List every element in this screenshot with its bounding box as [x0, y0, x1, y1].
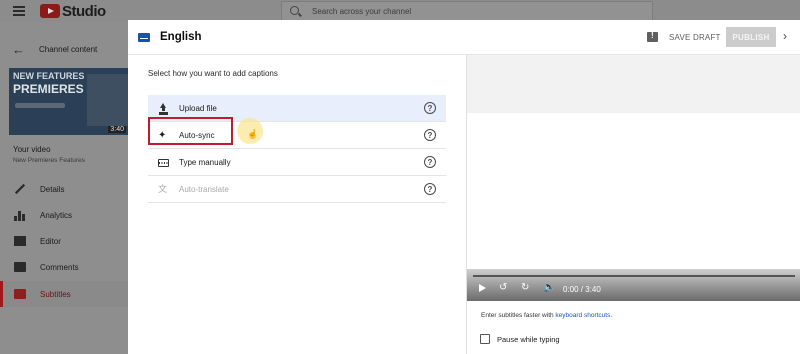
- save-draft-button[interactable]: SAVE DRAFT: [669, 33, 721, 42]
- translate-icon: 文: [158, 184, 168, 194]
- player-controls: ↺ ↻ 🔈 0:00 / 3:40: [467, 269, 800, 301]
- top-bar: Studio Search across your channel: [0, 0, 800, 22]
- keyboard-shortcuts-link[interactable]: keyboard shortcuts: [555, 312, 610, 319]
- thumbnail-line1: NEW FEATURES: [13, 71, 85, 81]
- search-placeholder: Search across your channel: [312, 7, 412, 16]
- sidebar-item-label: Subtitles: [40, 289, 71, 299]
- thumbnail-duration: 3:40: [108, 126, 126, 133]
- sidebar-item-label: Comments: [40, 262, 79, 272]
- search-icon: [290, 6, 299, 15]
- rewind-icon[interactable]: ↺: [499, 282, 507, 293]
- pointer-cursor-icon: ☝: [247, 129, 259, 139]
- comments-icon: [14, 262, 26, 272]
- youtube-logo-icon: [40, 4, 60, 18]
- option-label: Type manually: [179, 158, 231, 167]
- playback-time: 0:00 / 3:40: [563, 285, 601, 294]
- analytics-icon: [14, 209, 26, 221]
- pause-while-typing-checkbox[interactable]: [480, 334, 490, 344]
- option-type-manually[interactable]: Type manually ?: [148, 149, 446, 176]
- sidebar-item-details[interactable]: Details: [0, 176, 128, 202]
- back-label: Channel content: [39, 45, 98, 54]
- thumbnail-bar: [15, 103, 65, 108]
- publish-button[interactable]: PUBLISH: [726, 27, 776, 47]
- studio-sidebar: ← Channel content NEW FEATURES PREMIERES…: [0, 22, 128, 354]
- help-icon[interactable]: ?: [424, 156, 436, 168]
- caption-method-pane: Select how you want to add captions Uplo…: [128, 54, 466, 354]
- sidebar-item-comments[interactable]: Comments: [0, 254, 128, 280]
- sidebar-item-label: Details: [40, 184, 65, 194]
- forward-icon[interactable]: ↻: [521, 282, 529, 293]
- subtitles-icon: [14, 289, 26, 299]
- chevron-right-icon[interactable]: ›: [783, 29, 787, 43]
- video-title: New Premieres Features: [13, 157, 85, 164]
- your-video-label: Your video: [13, 145, 51, 154]
- dialog-title: English: [160, 31, 202, 43]
- pause-while-typing-row[interactable]: Pause while typing: [480, 334, 560, 344]
- upload-icon: [158, 103, 169, 114]
- progress-bar[interactable]: [473, 275, 795, 277]
- shortcut-tip-suffix: .: [610, 312, 613, 319]
- video-thumbnail[interactable]: NEW FEATURES PREMIERES 3:40: [9, 68, 128, 135]
- channel-search-input[interactable]: Search across your channel: [281, 1, 653, 21]
- shortcut-tip-prefix: Enter subtitles faster with: [481, 312, 556, 319]
- option-label: Upload file: [179, 104, 217, 113]
- sidebar-item-subtitles[interactable]: Subtitles: [0, 281, 128, 307]
- option-auto-translate: 文 Auto-translate ?: [148, 176, 446, 203]
- sidebar-item-label: Editor: [40, 236, 61, 246]
- shortcut-tip: Enter subtitles faster with keyboard sho…: [481, 312, 612, 319]
- sidebar-item-label: Analytics: [40, 210, 73, 220]
- help-icon[interactable]: ?: [424, 102, 436, 114]
- help-icon[interactable]: ?: [424, 183, 436, 195]
- back-to-channel-content[interactable]: ← Channel content: [12, 42, 97, 57]
- upload-file-highlight: [148, 117, 233, 145]
- closed-captions-icon: [138, 33, 150, 42]
- studio-logo-text: Studio: [62, 3, 106, 20]
- preview-pane: ↺ ↻ 🔈 0:00 / 3:40 Enter subtitles faster…: [466, 54, 800, 354]
- sidebar-item-analytics[interactable]: Analytics: [0, 202, 128, 228]
- caption-method-prompt: Select how you want to add captions: [148, 69, 278, 78]
- help-icon[interactable]: ?: [424, 129, 436, 141]
- thumbnail-line2: PREMIERES: [13, 82, 84, 96]
- feedback-icon[interactable]: [647, 31, 658, 42]
- sidebar-item-editor[interactable]: Editor: [0, 228, 128, 254]
- dialog-header: English SAVE DRAFT PUBLISH ›: [128, 20, 800, 54]
- thumbnail-panel: [87, 74, 128, 126]
- arrow-left-icon: ←: [12, 42, 25, 57]
- hamburger-menu-icon[interactable]: [13, 6, 25, 16]
- option-label: Auto-translate: [179, 185, 229, 194]
- preview-header-area: [467, 55, 800, 113]
- play-icon[interactable]: [479, 284, 486, 292]
- keyboard-icon: [158, 159, 169, 167]
- film-icon: [14, 236, 26, 246]
- captions-dialog: English SAVE DRAFT PUBLISH › Select how …: [128, 20, 800, 354]
- pencil-icon: [15, 184, 25, 194]
- volume-icon[interactable]: 🔈: [543, 282, 555, 293]
- pause-while-typing-label: Pause while typing: [497, 334, 560, 344]
